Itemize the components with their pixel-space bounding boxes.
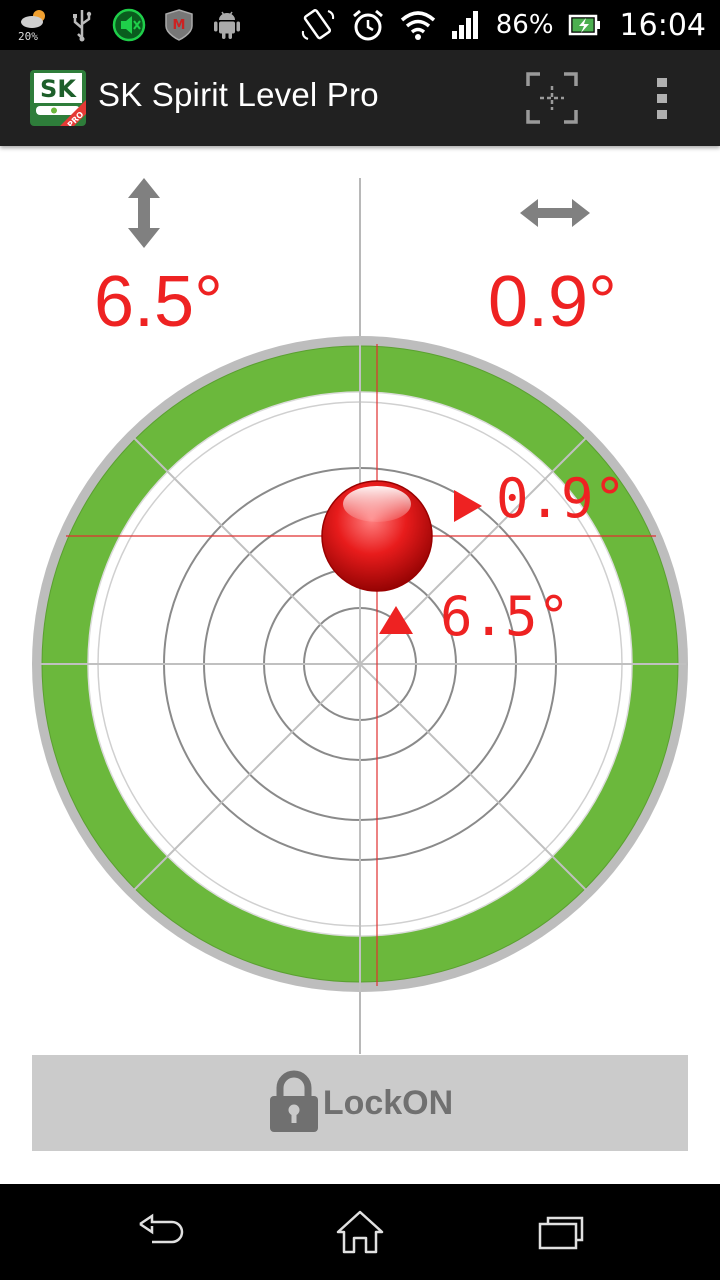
usb-icon <box>73 10 92 42</box>
padlock-icon <box>269 1070 318 1132</box>
clock: 16:04 <box>619 7 706 43</box>
android-icon <box>214 11 240 39</box>
weather-icon: 20% <box>18 8 52 43</box>
navigation-bar <box>0 1184 720 1280</box>
weather-percent: 20% <box>18 30 38 43</box>
horizontal-angle-readout: 0.9° <box>488 262 617 342</box>
svg-text:M: M <box>173 18 186 33</box>
calibrate-crosshair-icon[interactable] <box>524 70 580 126</box>
status-bar: 20% M 86% 16:04 <box>0 0 720 50</box>
action-bar: SK PRO SK Spirit Level Pro <box>0 50 720 146</box>
mcafee-icon: M <box>165 9 193 41</box>
vertical-arrows-icon <box>128 178 160 248</box>
horizontal-arrows-icon <box>520 199 590 227</box>
battery-percent: 86% <box>495 10 554 40</box>
mute-icon <box>112 8 146 42</box>
overflow-menu-icon[interactable] <box>642 72 682 124</box>
lock-button[interactable]: LockON <box>32 1055 688 1151</box>
alarm-icon <box>352 9 383 41</box>
lock-label: LockON <box>322 1083 454 1122</box>
level-area: 6.5° 0.9° 0.9° 6.5° LockON <box>0 146 720 1184</box>
app-title: SK Spirit Level Pro <box>98 76 379 113</box>
rotate-icon <box>301 9 334 40</box>
app-logo-text: SK <box>40 75 77 103</box>
bubble-horizontal-angle: 0.9° <box>496 467 627 530</box>
level-bubble <box>321 480 433 592</box>
signal-icon <box>451 11 478 39</box>
battery-charging-icon <box>568 14 600 36</box>
back-icon[interactable] <box>130 1208 190 1256</box>
app-logo-icon: SK PRO <box>30 70 86 126</box>
wifi-icon <box>400 11 435 40</box>
vertical-angle-readout: 6.5° <box>94 262 223 342</box>
home-icon[interactable] <box>330 1208 390 1256</box>
recent-apps-icon[interactable] <box>532 1208 592 1256</box>
system-icons: 86% 16:04 <box>300 0 706 50</box>
notification-icons: 20% M <box>18 8 242 43</box>
bubble-vertical-angle: 6.5° <box>440 585 571 648</box>
